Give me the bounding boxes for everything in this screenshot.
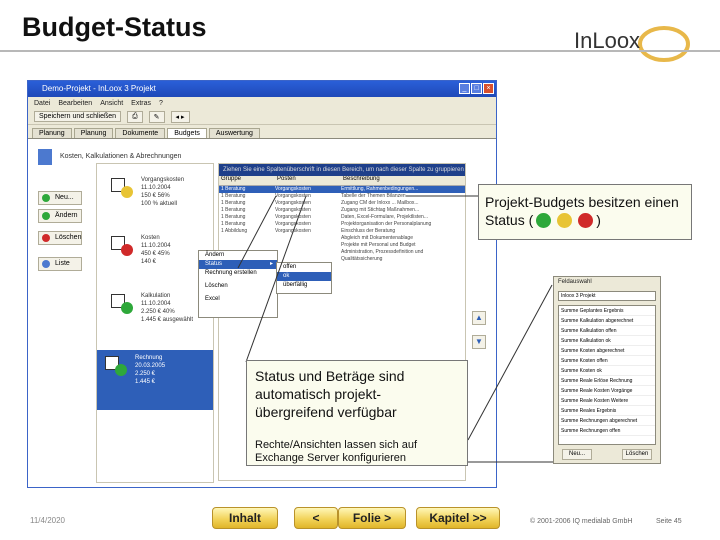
field-source-select[interactable]: Inloox 3 Projekt (558, 291, 656, 301)
list-item[interactable]: Summe Geplantes Ergebnis (559, 306, 655, 316)
list-item[interactable]: Summe Reale Kosten Weitere (559, 396, 655, 406)
status-question-icon (557, 213, 573, 228)
nav-kapitel-button[interactable]: Kapitel >> (416, 507, 500, 529)
list-item[interactable]: Summe Rechnungen abgerechnet (559, 416, 655, 426)
field-selection-panel: Feldauswahl Inloox 3 Projekt Summe Gepla… (553, 276, 661, 464)
nav-back-button[interactable]: < (294, 507, 338, 529)
field-panel-title: Feldauswahl (558, 279, 592, 285)
field-new-button[interactable]: Neu... (562, 449, 592, 460)
status-callout: Projekt-Budgets besitzen einen Status () (478, 184, 692, 240)
automation-callout-main: Status und Beträge sind automatisch proj… (255, 368, 405, 420)
slide-date: 11/4/2020 (30, 516, 65, 525)
list-item[interactable]: Summe Reale Erlöse Rechnung (559, 376, 655, 386)
list-item[interactable]: Summe Kalkulation ok (559, 336, 655, 346)
list-item[interactable]: Summe Kalkulation offen (559, 326, 655, 336)
page-number: Seite 45 (656, 518, 682, 525)
field-delete-button[interactable]: Löschen (622, 449, 652, 460)
list-item[interactable]: Summe Kosten offen (559, 356, 655, 366)
field-list[interactable]: Summe Geplantes Ergebnis Summe Kalkulatio… (558, 305, 656, 445)
list-item[interactable]: Summe Kosten ok (559, 366, 655, 376)
list-item[interactable]: Summe Rechnungen offen (559, 426, 655, 436)
automation-callout: Status und Beträge sind automatisch proj… (246, 360, 468, 466)
automation-callout-sub: Rechte/Ansichten lassen sich auf Exchang… (255, 439, 418, 464)
list-item[interactable]: Summe Kalkulation abgerechnet (559, 316, 655, 326)
nav-inhalt-button[interactable]: Inhalt (212, 507, 278, 529)
status-ok-icon (536, 213, 552, 228)
list-item[interactable]: Summe Reales Ergebnis (559, 406, 655, 416)
copyright: © 2001-2006 IQ medialab GmbH (530, 518, 633, 525)
list-item[interactable]: Summe Reale Kosten Vorgänge (559, 386, 655, 396)
status-callout-close: ) (596, 212, 601, 228)
status-stop-icon (578, 213, 594, 228)
list-item[interactable]: Summe Kosten abgerechnet (559, 346, 655, 356)
nav-folie-button[interactable]: Folie > (338, 507, 406, 529)
